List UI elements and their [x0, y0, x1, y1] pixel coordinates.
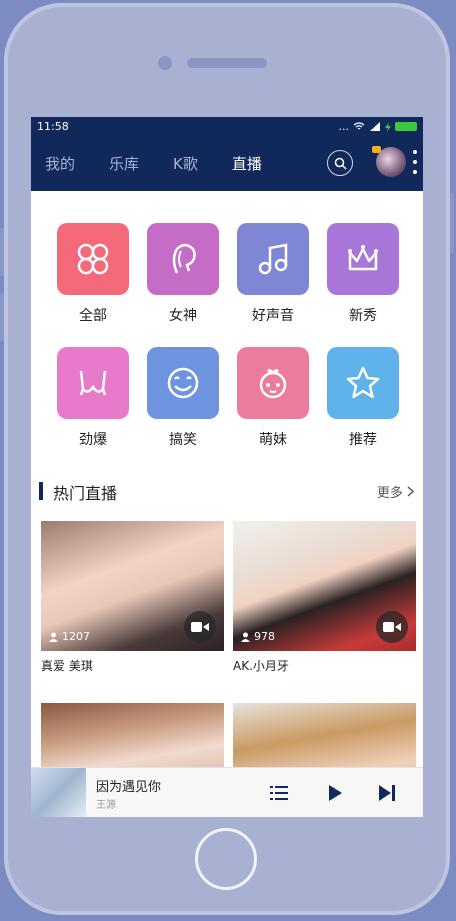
status-time: 11:58: [37, 120, 69, 133]
person-icon: [241, 632, 250, 642]
status-icons: ...: [338, 120, 417, 133]
battery-icon: [395, 122, 417, 131]
music-note-icon: [258, 243, 288, 275]
streamer-name: AK.小月牙: [233, 659, 289, 673]
category-label: 新秀: [349, 308, 377, 324]
category-cute[interactable]: 萌妹: [237, 347, 309, 449]
category-tile: [147, 347, 219, 419]
search-button[interactable]: [327, 150, 353, 176]
live-thumbnail: 978: [233, 521, 416, 651]
tab-library[interactable]: 乐库: [109, 153, 139, 174]
person-icon: [49, 632, 58, 642]
more-link[interactable]: 更多: [377, 482, 415, 501]
song-artist: 王源: [96, 800, 116, 811]
power-button: [450, 193, 454, 253]
category-label: 全部: [79, 308, 107, 324]
play-icon: [329, 785, 342, 801]
goddess-face-icon: [172, 243, 196, 274]
playlist-icon: [270, 786, 288, 800]
category-label: 女神: [169, 308, 197, 324]
play-button[interactable]: [323, 781, 347, 805]
tab-live[interactable]: 直播: [232, 153, 262, 174]
earpiece-speaker: [187, 58, 267, 68]
next-button[interactable]: [375, 781, 399, 805]
streamer-name: 真爱 美琪: [41, 659, 93, 673]
bikini-icon: [79, 370, 107, 396]
vip-badge-icon: [372, 146, 381, 153]
category-label: 推荐: [349, 432, 377, 448]
category-label: 萌妹: [259, 432, 287, 448]
volume-button-up: [0, 228, 4, 276]
category-tile: [57, 347, 129, 419]
category-label: 劲爆: [79, 432, 107, 448]
live-card[interactable]: 978 AK.小月牙: [233, 521, 416, 674]
category-tile: [57, 223, 129, 295]
category-hot[interactable]: 劲爆: [57, 347, 129, 449]
cute-girl-icon: [259, 369, 287, 399]
playlist-button[interactable]: [267, 781, 291, 805]
chevron-right-icon: [407, 486, 415, 497]
live-thumbnail: 1207: [41, 521, 224, 651]
app-screen: 11:58 ... 我的 乐库 K歌 直播 全部 女神 好声音 新秀 劲爆 搞笑…: [31, 117, 423, 817]
category-goddess[interactable]: 女神: [147, 223, 219, 325]
song-title: 因为遇见你: [96, 780, 162, 795]
section-title: 热门直播: [53, 484, 118, 503]
smiley-icon: [167, 367, 199, 399]
category-all[interactable]: 全部: [57, 223, 129, 325]
category-tile: [147, 223, 219, 295]
more-label: 更多: [376, 486, 403, 501]
category-label: 搞笑: [169, 432, 197, 448]
tab-karaoke[interactable]: K歌: [173, 153, 198, 174]
wifi-icon: [353, 122, 365, 130]
category-tile: [237, 223, 309, 295]
category-label: 好声音: [252, 308, 294, 324]
viewer-number: 1207: [62, 630, 90, 643]
section-accent-bar: [39, 482, 43, 500]
category-tile: [327, 347, 399, 419]
home-button[interactable]: [195, 828, 257, 890]
category-tile: [327, 223, 399, 295]
tab-mine[interactable]: 我的: [45, 153, 75, 174]
category-newbie[interactable]: 新秀: [327, 223, 399, 325]
cell-signal-icon: [370, 122, 380, 131]
search-icon: [334, 157, 347, 170]
viewer-number: 978: [254, 630, 275, 643]
category-recommend[interactable]: 推荐: [327, 347, 399, 449]
viewer-count: 978: [241, 630, 275, 643]
volume-button-down: [0, 293, 4, 341]
hot-live-header: 热门直播 更多: [39, 479, 415, 503]
album-cover[interactable]: [31, 768, 86, 817]
skip-next-icon: [379, 785, 395, 801]
top-nav: 我的 乐库 K歌 直播: [31, 136, 423, 191]
category-funny[interactable]: 搞笑: [147, 347, 219, 449]
more-vertical-icon[interactable]: [413, 150, 417, 174]
viewer-count: 1207: [49, 630, 90, 643]
live-card[interactable]: 1207 真爱 美琪: [41, 521, 224, 674]
crown-icon: [348, 245, 378, 271]
signal-dots-icon: ...: [338, 120, 350, 133]
mini-player[interactable]: 因为遇见你 王源: [31, 767, 423, 817]
grid-circles-icon: [77, 243, 109, 275]
video-camera-icon: [184, 611, 216, 643]
category-tile: [237, 347, 309, 419]
category-good-voice[interactable]: 好声音: [237, 223, 309, 325]
front-camera: [158, 56, 172, 70]
status-bar: 11:58 ...: [31, 117, 423, 136]
video-camera-icon: [376, 611, 408, 643]
charging-icon: [385, 121, 391, 132]
star-icon: [346, 366, 380, 399]
